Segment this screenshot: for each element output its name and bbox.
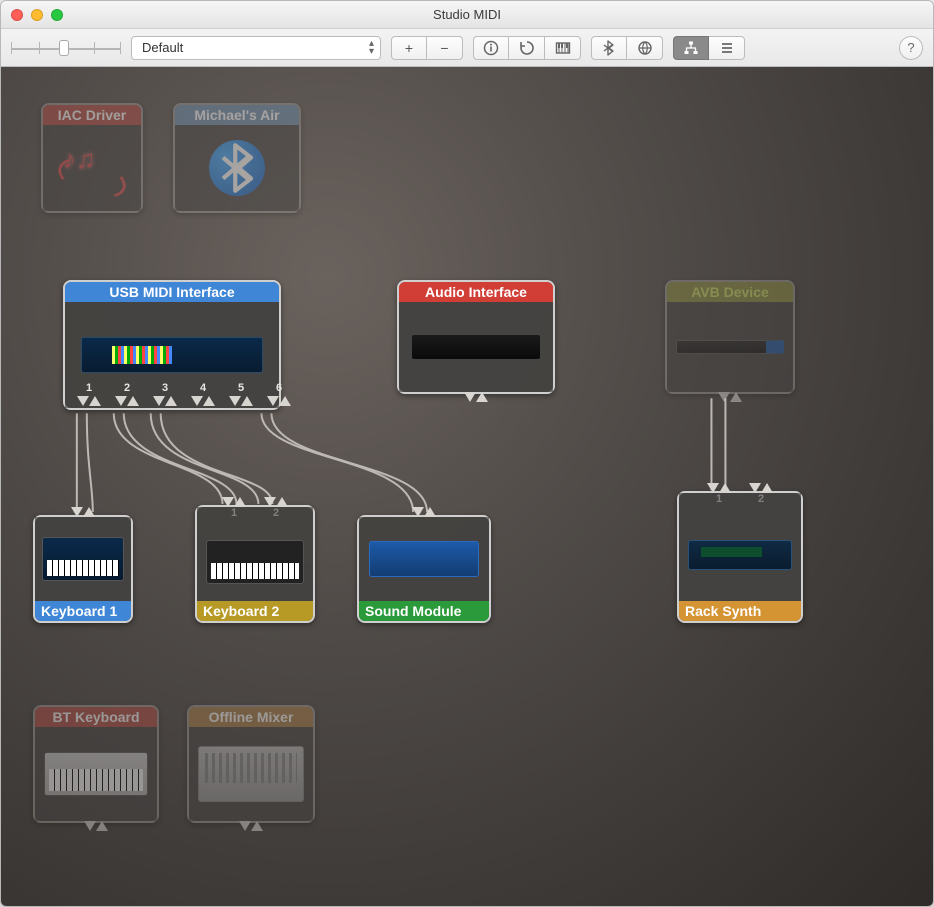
globe-icon bbox=[637, 40, 653, 56]
device-iac-driver[interactable]: IAC Driver bbox=[41, 103, 143, 213]
app-window: Studio MIDI Default ▴▾ + − bbox=[0, 0, 934, 907]
view-mode-group bbox=[673, 36, 745, 60]
port-number: 4 bbox=[200, 382, 206, 394]
sound-module-art bbox=[369, 541, 480, 577]
add-device-button[interactable]: + bbox=[391, 36, 427, 60]
bluetooth-icon bbox=[209, 140, 265, 196]
zoom-thumb[interactable] bbox=[59, 40, 69, 56]
port-number: 3 bbox=[162, 382, 168, 394]
info-button[interactable] bbox=[473, 36, 509, 60]
avb-device-art bbox=[676, 340, 783, 354]
device-actions-group bbox=[473, 36, 581, 60]
piano-icon bbox=[555, 40, 571, 56]
device-sound-module[interactable]: Sound Module bbox=[357, 515, 491, 623]
mixer-art bbox=[198, 746, 303, 802]
zoom-slider[interactable] bbox=[11, 39, 121, 57]
close-window-button[interactable] bbox=[11, 9, 23, 21]
chevron-updown-icon: ▴▾ bbox=[369, 40, 374, 56]
minimize-window-button[interactable] bbox=[31, 9, 43, 21]
rescan-button[interactable] bbox=[509, 36, 545, 60]
zoom-window-button[interactable] bbox=[51, 9, 63, 21]
help-button[interactable]: ? bbox=[899, 36, 923, 60]
test-setup-button[interactable] bbox=[545, 36, 581, 60]
music-notes-icon bbox=[57, 140, 127, 196]
device-avb[interactable]: AVB Device bbox=[665, 280, 795, 394]
device-label: BT Keyboard bbox=[35, 707, 157, 727]
audio-interface-art bbox=[411, 334, 542, 360]
device-label: Sound Module bbox=[359, 601, 489, 621]
device-offline-mixer[interactable]: Offline Mixer bbox=[187, 705, 315, 823]
traffic-lights bbox=[1, 9, 63, 21]
midi-interface-art bbox=[81, 337, 263, 373]
device-label: USB MIDI Interface bbox=[65, 282, 279, 302]
configuration-select[interactable]: Default ▴▾ bbox=[131, 36, 381, 60]
device-rack-synth[interactable]: 1 2 Rack Synth bbox=[677, 491, 803, 623]
device-keyboard-1[interactable]: Keyboard 1 bbox=[33, 515, 133, 623]
titlebar: Studio MIDI bbox=[1, 1, 933, 29]
graph-view-button[interactable] bbox=[673, 36, 709, 60]
midi-studio-canvas[interactable]: IAC Driver Michael's Air USB MIDI Interf… bbox=[1, 67, 933, 906]
refresh-icon bbox=[519, 40, 535, 56]
port-number: 5 bbox=[238, 382, 244, 394]
keyboard-art bbox=[44, 752, 148, 796]
list-icon bbox=[719, 40, 735, 56]
device-label: Rack Synth bbox=[679, 601, 801, 621]
device-label: AVB Device bbox=[667, 282, 793, 302]
port-number: 1 bbox=[86, 382, 92, 394]
network-button[interactable] bbox=[627, 36, 663, 60]
remove-device-button[interactable]: − bbox=[427, 36, 463, 60]
device-bluetooth-network[interactable]: Michael's Air bbox=[173, 103, 301, 213]
device-label: Keyboard 2 bbox=[197, 601, 313, 621]
device-label: Michael's Air bbox=[175, 105, 299, 125]
configuration-selected: Default bbox=[142, 40, 183, 55]
device-usb-midi-interface[interactable]: USB MIDI Interface 1 2 3 4 5 6 bbox=[63, 280, 281, 410]
add-remove-group: + − bbox=[391, 36, 463, 60]
graph-icon bbox=[683, 40, 699, 56]
device-label: Offline Mixer bbox=[189, 707, 313, 727]
device-bt-keyboard[interactable]: BT Keyboard bbox=[33, 705, 159, 823]
device-audio-interface[interactable]: Audio Interface bbox=[397, 280, 555, 394]
port-number: 2 bbox=[124, 382, 130, 394]
keyboard-art bbox=[206, 540, 305, 584]
keyboard-art bbox=[42, 537, 124, 581]
device-label: Keyboard 1 bbox=[35, 601, 131, 621]
toolbar: Default ▴▾ + − bbox=[1, 29, 933, 67]
network-group bbox=[591, 36, 663, 60]
help-icon: ? bbox=[907, 40, 914, 55]
device-label: IAC Driver bbox=[43, 105, 141, 125]
minus-icon: − bbox=[440, 40, 448, 56]
plus-icon: + bbox=[405, 40, 413, 56]
device-label: Audio Interface bbox=[399, 282, 553, 302]
list-view-button[interactable] bbox=[709, 36, 745, 60]
window-title: Studio MIDI bbox=[1, 7, 933, 22]
rack-synth-art bbox=[688, 540, 792, 570]
bluetooth-button[interactable] bbox=[591, 36, 627, 60]
info-icon bbox=[483, 40, 499, 56]
device-keyboard-2[interactable]: 1 2 Keyboard 2 bbox=[195, 505, 315, 623]
bluetooth-icon bbox=[601, 40, 617, 56]
port-number: 6 bbox=[276, 382, 282, 394]
